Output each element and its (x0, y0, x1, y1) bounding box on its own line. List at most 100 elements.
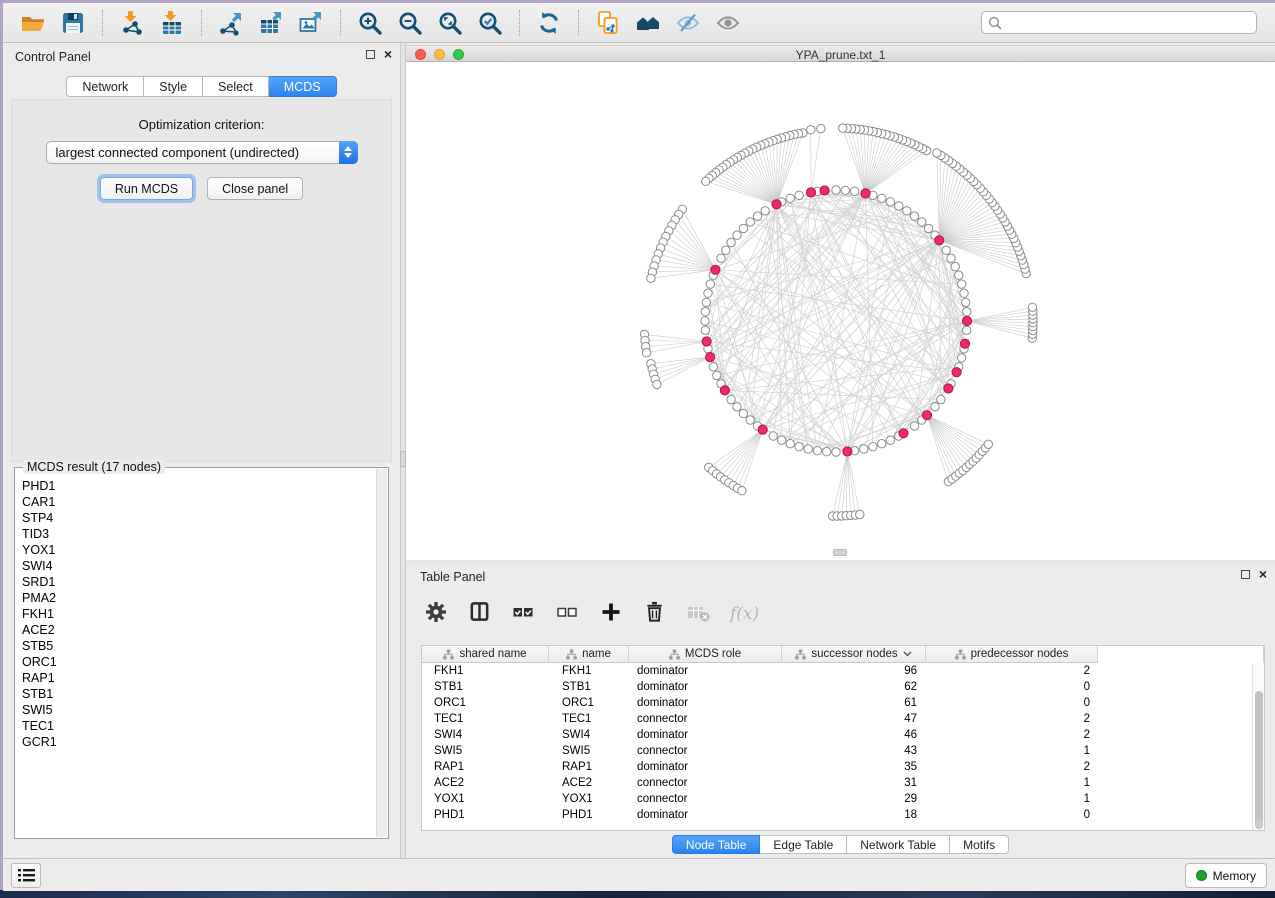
first-neighbors-icon[interactable] (628, 6, 668, 40)
mcds-node (843, 447, 852, 456)
column-header-successor-nodes[interactable]: successor nodes (782, 646, 926, 663)
mcds-node (960, 339, 969, 348)
export-network-icon[interactable] (211, 6, 251, 40)
list-item[interactable]: ORC1 (22, 654, 375, 670)
column-header-name[interactable]: name (549, 646, 629, 663)
tab-node-table[interactable]: Node Table (672, 835, 761, 854)
list-item[interactable]: STP4 (22, 510, 375, 526)
show-columns-icon[interactable] (468, 600, 491, 628)
list-item[interactable]: TEC1 (22, 718, 375, 734)
column-header-predecessor-nodes[interactable]: predecessor nodes (926, 646, 1098, 663)
mcds-node (711, 265, 720, 274)
memory-status-icon (1196, 870, 1207, 881)
list-item[interactable]: SWI4 (22, 558, 375, 574)
list-item[interactable]: RAP1 (22, 670, 375, 686)
table-cell: ACE2 (549, 777, 629, 789)
network-view[interactable] (406, 62, 1275, 560)
app-window: Control Panel × NetworkStyleSelectMCDS O… (3, 3, 1275, 891)
deselect-all-icon[interactable] (555, 600, 579, 629)
table-cell: RAP1 (422, 761, 549, 773)
export-table-icon[interactable] (251, 6, 291, 40)
task-history-button[interactable] (11, 863, 41, 888)
table-row[interactable]: RAP1RAP1dominator352 (422, 759, 1264, 775)
table-row[interactable]: STB1STB1dominator620 (422, 679, 1264, 695)
network-window-title: YPA_prune.txt_1 (406, 48, 1275, 62)
float-panel-icon[interactable] (1241, 570, 1250, 579)
table-row[interactable]: FKH1FKH1dominator962 (422, 663, 1264, 679)
table-cell: PHD1 (549, 809, 629, 821)
search-box[interactable] (981, 11, 1257, 34)
search-input[interactable] (1006, 16, 1250, 30)
list-item[interactable]: STB1 (22, 686, 375, 702)
list-item[interactable]: TID3 (22, 526, 375, 542)
toolbar-separator (340, 10, 341, 36)
column-header-shared-name[interactable]: shared name (422, 646, 549, 663)
import-network-icon[interactable] (112, 6, 152, 40)
zoom-selected-icon[interactable] (470, 6, 510, 40)
delete-column-icon[interactable] (643, 600, 666, 628)
list-item[interactable]: YOX1 (22, 542, 375, 558)
table-cell: 2 (926, 713, 1098, 725)
table-row[interactable]: SWI5SWI5connector431 (422, 743, 1264, 759)
add-column-icon[interactable] (599, 600, 623, 629)
memory-button[interactable]: Memory (1185, 863, 1267, 888)
table-cell: SWI5 (422, 745, 549, 757)
list-item[interactable]: PHD1 (22, 478, 375, 494)
list-item[interactable]: GCR1 (22, 734, 375, 750)
table-row[interactable]: ORC1ORC1dominator610 (422, 695, 1264, 711)
open-file-icon[interactable] (13, 6, 53, 40)
close-panel-icon[interactable]: × (384, 49, 392, 59)
gear-icon[interactable] (424, 600, 448, 629)
criterion-select[interactable]: largest connected component (undirected) (46, 141, 358, 164)
table-row[interactable]: ACE2ACE2connector311 (422, 775, 1264, 791)
save-icon[interactable] (53, 6, 93, 40)
hide-selected-icon[interactable] (668, 6, 708, 40)
list-item[interactable]: FKH1 (22, 606, 375, 622)
list-item[interactable]: SWI5 (22, 702, 375, 718)
tab-edge-table[interactable]: Edge Table (760, 835, 847, 854)
table-toolbar: f(x) (424, 593, 759, 635)
duplicate-network-icon[interactable] (588, 6, 628, 40)
tab-motifs[interactable]: Motifs (950, 835, 1009, 854)
horizontal-splitter-grip[interactable] (833, 549, 847, 556)
list-item[interactable]: CAR1 (22, 494, 375, 510)
zoom-fit-icon[interactable] (430, 6, 470, 40)
tab-network-table[interactable]: Network Table (847, 835, 950, 854)
toolbar-separator (578, 10, 579, 36)
import-table-icon[interactable] (152, 6, 192, 40)
table-cell: 29 (782, 793, 926, 805)
table-cell: 61 (782, 697, 926, 709)
tab-network[interactable]: Network (66, 76, 144, 97)
list-item[interactable]: SRD1 (22, 574, 375, 590)
list-item[interactable]: ACE2 (22, 622, 375, 638)
list-item[interactable]: PMA2 (22, 590, 375, 606)
select-all-icon[interactable] (511, 600, 535, 629)
run-mcds-button[interactable]: Run MCDS (100, 177, 193, 200)
tab-mcds[interactable]: MCDS (269, 76, 337, 97)
table-row[interactable]: TEC1TEC1connector472 (422, 711, 1264, 727)
list-item[interactable]: STB5 (22, 638, 375, 654)
refresh-icon[interactable] (529, 6, 569, 40)
network-canvas[interactable] (406, 62, 1275, 560)
tab-style[interactable]: Style (144, 76, 203, 97)
scrollbar-dot (1256, 820, 1263, 827)
export-image-icon[interactable] (291, 6, 331, 40)
mcds-list-scrollbar[interactable] (376, 469, 387, 837)
table-scrollbar[interactable] (1252, 663, 1264, 830)
toolbar-separator (519, 10, 520, 36)
scrollbar-thumb[interactable] (1255, 691, 1263, 829)
table-row[interactable]: PHD1PHD1dominator180 (422, 807, 1264, 823)
close-panel-icon[interactable]: × (1259, 569, 1267, 579)
column-header-MCDS-role[interactable]: MCDS role (629, 646, 782, 663)
toolbar-separator (201, 10, 202, 36)
table-tabs: Node TableEdge TableNetwork TableMotifs (406, 835, 1275, 854)
table-row[interactable]: YOX1YOX1connector291 (422, 791, 1264, 807)
float-panel-icon[interactable] (366, 50, 375, 59)
tab-select[interactable]: Select (203, 76, 269, 97)
table-row[interactable]: SWI4SWI4dominator462 (422, 727, 1264, 743)
close-panel-button[interactable]: Close panel (207, 177, 303, 200)
zoom-out-icon[interactable] (390, 6, 430, 40)
zoom-in-icon[interactable] (350, 6, 390, 40)
mcds-node (772, 200, 781, 209)
toolbar-separator (102, 10, 103, 36)
